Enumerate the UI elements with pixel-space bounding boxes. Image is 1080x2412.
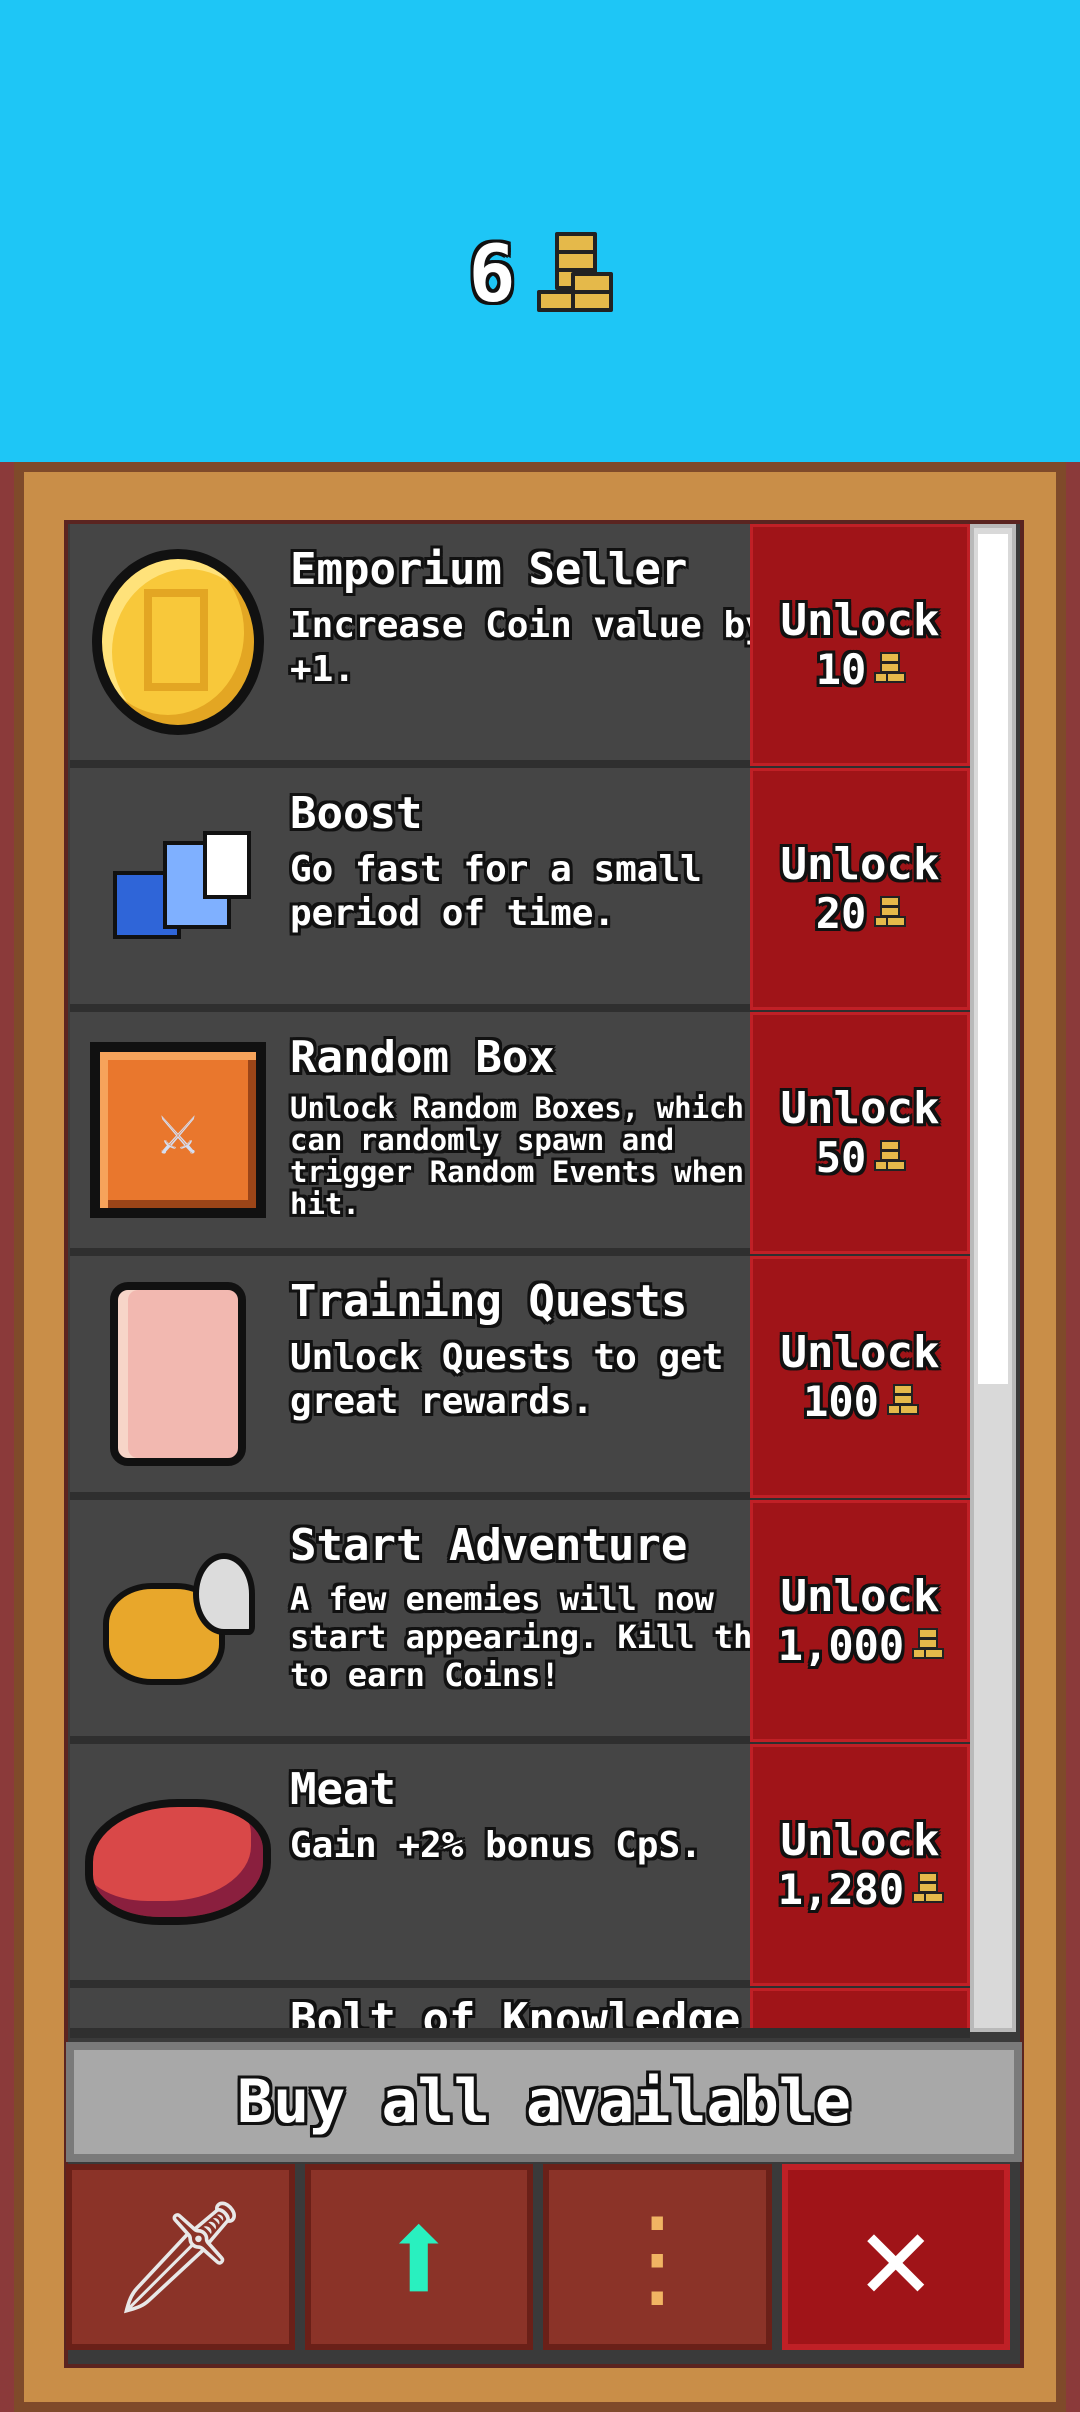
tab-equipment[interactable]: 🗡 <box>66 2164 295 2350</box>
bee-icon <box>93 1533 263 1703</box>
unlock-label: Unlock <box>780 1815 940 1866</box>
buy-all-button[interactable]: Buy all available <box>66 2042 1022 2162</box>
sword-icon: 🗡 <box>110 2192 251 2321</box>
more-options-icon: ⋮ <box>602 2193 713 2321</box>
upgrade-title: Start Adventure <box>290 1520 688 1571</box>
unlock-button[interactable]: Unlock 100 <box>750 1256 970 1498</box>
gold-coin-icon <box>92 549 264 735</box>
meat-icon <box>85 1799 271 1925</box>
tab-upgrades[interactable]: ⬆ <box>304 2164 533 2350</box>
unlock-button[interactable] <box>750 1988 970 2028</box>
unlock-cost: 100 <box>803 1377 879 1426</box>
unlock-button[interactable]: Unlock 20 <box>750 768 970 1010</box>
unlock-cost: 1,280 <box>777 1865 905 1914</box>
upgrade-row[interactable]: Bolt of Knowledge <box>70 1988 970 2038</box>
unlock-label: Unlock <box>780 839 940 890</box>
unlock-cost: 50 <box>815 1133 867 1182</box>
unlock-cost: 10 <box>815 645 867 694</box>
upgrade-title: Random Box <box>290 1032 555 1083</box>
unlock-button[interactable]: Unlock 1,000 <box>750 1500 970 1742</box>
shop-panel: Emporium Seller Increase Coin value by +… <box>0 462 1080 2412</box>
tab-more[interactable]: ⋮ <box>543 2164 772 2350</box>
scroll-icon <box>110 1282 246 1466</box>
scroll-thumb[interactable] <box>978 534 1008 1384</box>
coin-icon <box>912 1628 945 1664</box>
unlock-label: Unlock <box>780 1327 940 1378</box>
upgrade-row[interactable]: Start Adventure A few enemies will now s… <box>70 1500 970 1746</box>
upgrade-description: Go fast for a small period of time. <box>290 849 702 934</box>
unlock-label: Unlock <box>780 1083 940 1134</box>
upgrade-row[interactable]: Training Quests Unlock Quests to get gre… <box>70 1256 970 1502</box>
bottom-tabs: 🗡 ⬆ ⋮ ✕ <box>66 2164 1010 2350</box>
unlock-button[interactable]: Unlock 50 <box>750 1012 970 1254</box>
boost-icon <box>93 801 263 971</box>
coin-icon <box>874 652 907 688</box>
unlock-cost: 1,000 <box>777 1621 905 1670</box>
unlock-button[interactable]: Unlock 10 <box>750 524 970 766</box>
random-box-icon: ⚔ <box>90 1042 266 1218</box>
upgrade-row[interactable]: Emporium Seller Increase Coin value by +… <box>70 524 970 770</box>
coin-stack-icon <box>537 232 614 318</box>
upgrade-title: Meat <box>290 1764 396 1815</box>
unlock-label: Unlock <box>780 1571 940 1622</box>
close-icon: ✕ <box>859 2187 932 2327</box>
upgrade-arrow-icon: ⬆ <box>379 2181 458 2333</box>
upgrade-title: Boost <box>290 788 423 839</box>
upgrade-description: Unlock Quests to get great rewards. <box>290 1337 724 1422</box>
currency-display: 6 <box>0 220 1080 330</box>
coin-amount: 6 <box>468 230 516 320</box>
upgrade-row[interactable]: ⚔ Random Box Unlock Random Boxes, which … <box>70 1012 970 1258</box>
upgrade-row[interactable]: Boost Go fast for a small period of time… <box>70 768 970 1014</box>
upgrade-description: Increase Coin value by +1. <box>290 605 767 690</box>
upgrade-description: Unlock Random Boxes, which can randomly … <box>290 1091 744 1221</box>
upgrade-description: A few enemies will now start appearing. … <box>290 1580 791 1694</box>
coin-icon <box>912 1872 945 1908</box>
scrollbar[interactable] <box>970 524 1016 2032</box>
unlock-button[interactable]: Unlock 1,280 <box>750 1744 970 1986</box>
upgrade-title: Emporium Seller <box>290 544 688 595</box>
upgrade-row[interactable]: Meat Gain +2% bonus CpS. Unlock 1,280 <box>70 1744 970 1990</box>
upgrade-title: Training Quests <box>290 1276 688 1327</box>
coin-icon <box>874 1140 907 1176</box>
coin-icon <box>874 896 907 932</box>
unlock-label: Unlock <box>780 595 940 646</box>
upgrade-title: Bolt of Knowledge <box>290 1994 741 2038</box>
close-button[interactable]: ✕ <box>781 2164 1010 2350</box>
upgrade-description: Gain +2% bonus CpS. <box>290 1825 702 1866</box>
coin-icon <box>886 1384 919 1420</box>
unlock-cost: 20 <box>815 889 867 938</box>
